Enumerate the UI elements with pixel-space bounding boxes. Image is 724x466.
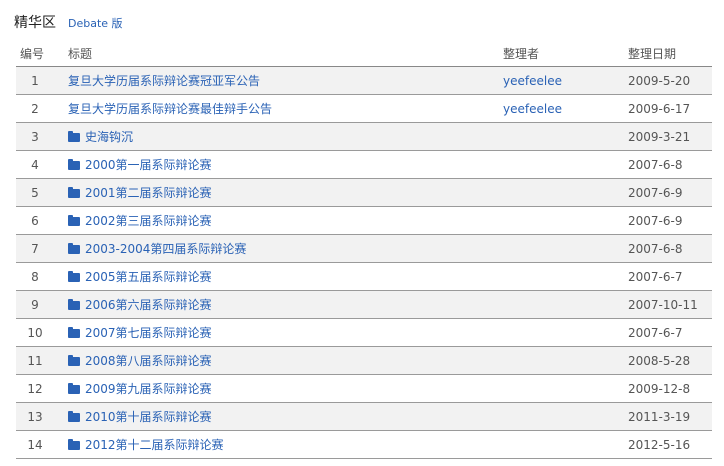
folder-icon — [68, 383, 80, 394]
row-title-cell: 2002第三届系际辩论赛 — [54, 212, 503, 229]
table-row: 11 2008第八届系际辩论赛 2008-5-28 — [16, 347, 712, 375]
row-date: 2007-6-7 — [628, 269, 683, 284]
row-title-link[interactable]: 2001第二届系际辩论赛 — [85, 184, 212, 201]
folder-icon — [68, 355, 80, 366]
table-row: 1 复旦大学历届系际辩论赛冠亚军公告 yeefeelee 2009-5-20 — [16, 67, 712, 95]
column-header-date: 整理日期 — [628, 46, 677, 61]
folder-icon — [68, 411, 80, 422]
table-row: 12 2009第九届系际辩论赛 2009-12-8 — [16, 375, 712, 403]
row-title-link[interactable]: 史海钩沉 — [85, 128, 133, 145]
folder-icon — [68, 271, 80, 282]
page-header: 精华区 Debate 版 — [14, 12, 123, 32]
row-title-link[interactable]: 2010第十届系际辩论赛 — [85, 408, 212, 425]
row-number: 12 — [27, 381, 43, 396]
row-title-cell: 2005第五届系际辩论赛 — [54, 268, 503, 285]
folder-icon — [68, 131, 80, 142]
row-date: 2008-5-28 — [628, 353, 691, 368]
table-row: 4 2000第一届系际辩论赛 2007-6-8 — [16, 151, 712, 179]
row-editor-link[interactable]: yeefeelee — [503, 102, 562, 116]
table-row: 5 2001第二届系际辩论赛 2007-6-9 — [16, 179, 712, 207]
row-title-link[interactable]: 2008第八届系际辩论赛 — [85, 352, 212, 369]
row-number: 6 — [31, 213, 39, 228]
row-date: 2007-6-9 — [628, 185, 683, 200]
row-date: 2009-5-20 — [628, 73, 691, 88]
folder-icon — [68, 327, 80, 338]
table-body: 1 复旦大学历届系际辩论赛冠亚军公告 yeefeelee 2009-5-20 2 复旦大学… — [16, 67, 712, 459]
row-title-cell: 2010第十届系际辩论赛 — [54, 408, 503, 425]
folder-icon — [68, 299, 80, 310]
row-title-cell: 复旦大学历届系际辩论赛冠亚军公告 — [54, 72, 503, 89]
row-number: 8 — [31, 269, 39, 284]
row-title-cell: 2001第二届系际辩论赛 — [54, 184, 503, 201]
row-title-cell: 2003-2004第四届系际辩论赛 — [54, 240, 503, 257]
row-number: 7 — [31, 241, 39, 256]
row-title-cell: 史海钩沉 — [54, 128, 503, 145]
board-link[interactable]: Debate 版 — [68, 15, 123, 31]
row-title-link[interactable]: 2005第五届系际辩论赛 — [85, 268, 212, 285]
digest-table: 编号 标题 整理者 整理日期 1 复旦大学历届系际辩论赛冠亚军公告 yeefeele… — [16, 40, 712, 459]
row-editor-cell: yeefeelee — [503, 74, 628, 88]
row-title-cell: 2012第十二届系际辩论赛 — [54, 436, 503, 453]
folder-icon — [68, 187, 80, 198]
row-title-link[interactable]: 2006第六届系际辩论赛 — [85, 296, 212, 313]
row-title-cell: 2000第一届系际辩论赛 — [54, 156, 503, 173]
row-date: 2012-5-16 — [628, 437, 691, 452]
row-editor-cell: yeefeelee — [503, 102, 628, 116]
folder-icon — [68, 215, 80, 226]
column-header-title: 标题 — [68, 46, 93, 61]
row-number: 5 — [31, 185, 39, 200]
table-row: 10 2007第七届系际辩论赛 2007-6-7 — [16, 319, 712, 347]
row-title-link[interactable]: 2003-2004第四届系际辩论赛 — [85, 240, 246, 257]
row-date: 2007-6-8 — [628, 157, 683, 172]
row-date: 2009-3-21 — [628, 129, 691, 144]
row-date: 2009-12-8 — [628, 381, 691, 396]
table-row: 3 史海钩沉 2009-3-21 — [16, 123, 712, 151]
row-title-cell: 2009第九届系际辩论赛 — [54, 380, 503, 397]
row-title-link[interactable]: 复旦大学历届系际辩论赛最佳辩手公告 — [68, 100, 272, 117]
row-title-cell: 2008第八届系际辩论赛 — [54, 352, 503, 369]
row-number: 1 — [31, 73, 39, 88]
row-title-cell: 2007第七届系际辩论赛 — [54, 324, 503, 341]
column-header-num: 编号 — [20, 46, 45, 61]
row-number: 2 — [31, 101, 39, 116]
row-title-link[interactable]: 2007第七届系际辩论赛 — [85, 324, 212, 341]
row-number: 11 — [27, 353, 43, 368]
folder-icon — [68, 159, 80, 170]
table-row: 9 2006第六届系际辩论赛 2007-10-11 — [16, 291, 712, 319]
row-title-link[interactable]: 2009第九届系际辩论赛 — [85, 380, 212, 397]
row-date: 2011-3-19 — [628, 409, 691, 424]
table-row: 8 2005第五届系际辩论赛 2007-6-7 — [16, 263, 712, 291]
row-title-link[interactable]: 复旦大学历届系际辩论赛冠亚军公告 — [68, 72, 260, 89]
row-date: 2007-6-7 — [628, 325, 683, 340]
page-title: 精华区 — [14, 15, 56, 31]
row-title-cell: 2006第六届系际辩论赛 — [54, 296, 503, 313]
table-row: 6 2002第三届系际辩论赛 2007-6-9 — [16, 207, 712, 235]
folder-icon — [68, 243, 80, 254]
row-date: 2007-6-8 — [628, 241, 683, 256]
column-header-editor: 整理者 — [503, 46, 540, 61]
row-number: 13 — [27, 409, 43, 424]
row-number: 3 — [31, 129, 39, 144]
row-editor-link[interactable]: yeefeelee — [503, 74, 562, 88]
row-title-link[interactable]: 2002第三届系际辩论赛 — [85, 212, 212, 229]
table-row: 7 2003-2004第四届系际辩论赛 2007-6-8 — [16, 235, 712, 263]
row-number: 14 — [27, 437, 43, 452]
row-title-cell: 复旦大学历届系际辩论赛最佳辩手公告 — [54, 100, 503, 117]
table-row: 14 2012第十二届系际辩论赛 2012-5-16 — [16, 431, 712, 459]
row-number: 10 — [27, 325, 43, 340]
row-date: 2007-10-11 — [628, 297, 698, 312]
row-date: 2009-6-17 — [628, 101, 691, 116]
folder-icon — [68, 439, 80, 450]
table-row: 13 2010第十届系际辩论赛 2011-3-19 — [16, 403, 712, 431]
row-number: 9 — [31, 297, 39, 312]
row-title-link[interactable]: 2000第一届系际辩论赛 — [85, 156, 212, 173]
row-title-link[interactable]: 2012第十二届系际辩论赛 — [85, 436, 224, 453]
row-number: 4 — [31, 157, 39, 172]
row-date: 2007-6-9 — [628, 213, 683, 228]
table-row: 2 复旦大学历届系际辩论赛最佳辩手公告 yeefeelee 2009-6-17 — [16, 95, 712, 123]
table-header: 编号 标题 整理者 整理日期 — [16, 40, 712, 67]
